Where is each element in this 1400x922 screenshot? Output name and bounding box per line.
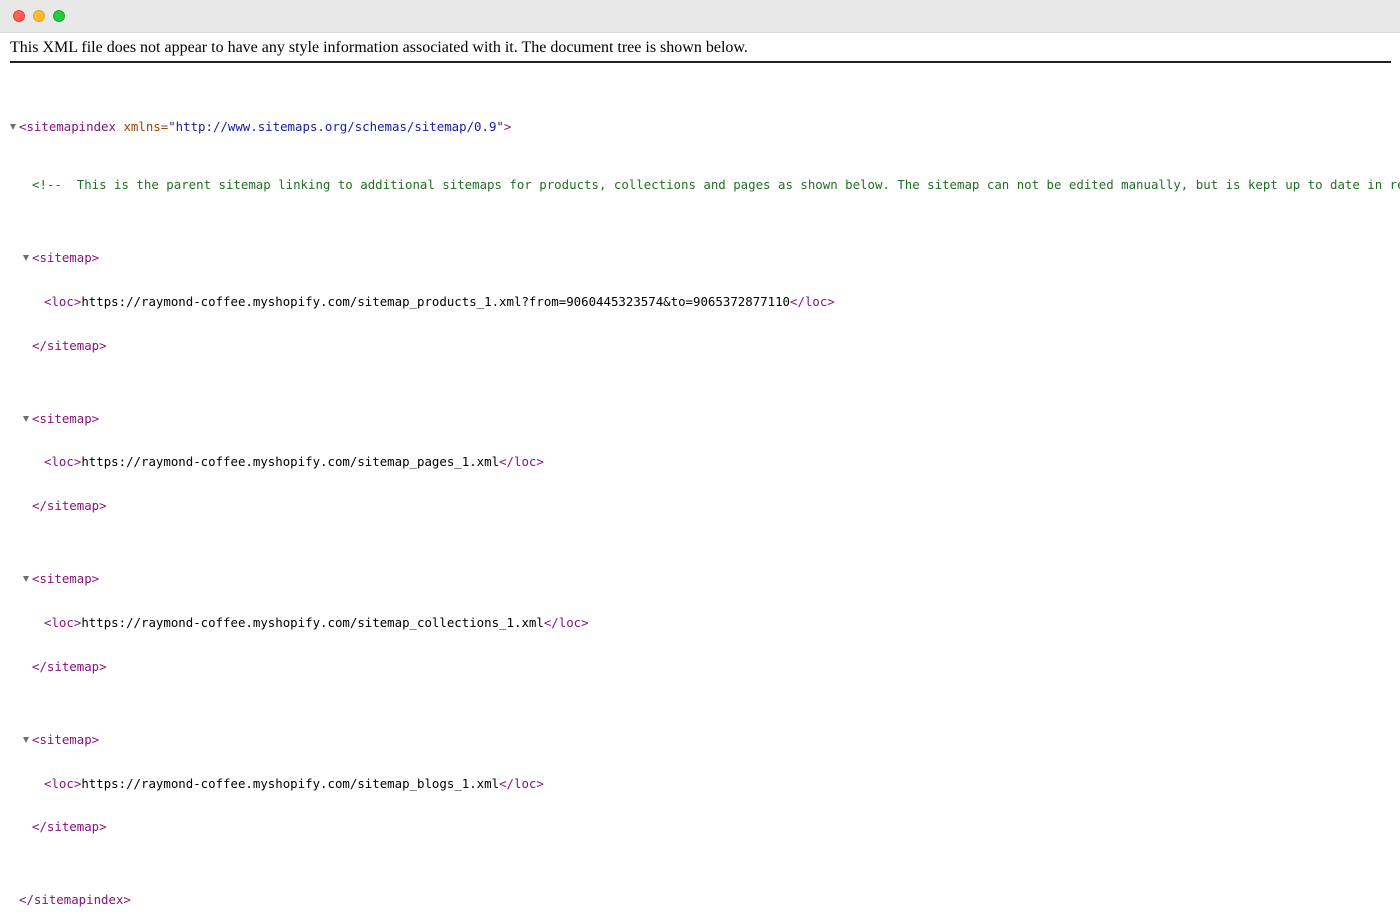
info-divider xyxy=(10,61,1391,63)
sitemap-open-tag: <sitemap> xyxy=(32,571,100,587)
collapse-triangle-icon[interactable] xyxy=(23,576,29,583)
sitemap-close-line: </sitemap> xyxy=(0,820,1400,835)
loc-open-tag: <loc> xyxy=(44,454,82,470)
sitemap-close-line: </sitemap> xyxy=(0,337,1400,354)
sitemap-loc-url: https://raymond-coffee.myshopify.com/sit… xyxy=(81,775,500,791)
loc-line: <loc>https://raymond-coffee.myshopify.co… xyxy=(0,455,1400,470)
loc-close-tag: </loc> xyxy=(499,775,544,791)
xml-style-info-message: This XML file does not appear to have an… xyxy=(10,39,748,56)
close-window-button[interactable] xyxy=(13,10,25,22)
sitemap-close-tag: </sitemap> xyxy=(32,337,107,353)
sitemap-open-tag: <sitemap> xyxy=(32,731,100,747)
xml-comment: <!-- This is the parent sitemap linking … xyxy=(32,177,1400,193)
loc-close-tag: </loc> xyxy=(499,454,544,470)
sitemap-close-tag: </sitemap> xyxy=(32,498,107,514)
loc-line: <loc>https://raymond-coffee.myshopify.co… xyxy=(0,614,1400,631)
minimize-window-button[interactable] xyxy=(33,10,45,22)
loc-open-tag: <loc> xyxy=(44,614,82,630)
collapse-triangle-icon[interactable] xyxy=(23,255,29,262)
loc-open-tag: <loc> xyxy=(44,293,82,309)
loc-line: <loc>https://raymond-coffee.myshopify.co… xyxy=(0,293,1400,310)
loc-line: <loc>https://raymond-coffee.myshopify.co… xyxy=(0,775,1400,792)
sitemap-close-line: </sitemap> xyxy=(0,658,1400,675)
sitemap-open-tag: <sitemap> xyxy=(32,410,100,426)
sitemap-open-line: <sitemap> xyxy=(0,572,1400,587)
collapse-triangle-icon[interactable] xyxy=(23,736,29,743)
sitemap-open-tag: <sitemap> xyxy=(32,250,100,266)
root-attr-name: xmlns= xyxy=(115,118,169,134)
sitemap-close-line: </sitemap> xyxy=(0,499,1400,514)
window-titlebar xyxy=(0,0,1400,33)
maximize-window-button[interactable] xyxy=(53,10,65,22)
comment-line: <!-- This is the parent sitemap linking … xyxy=(0,178,1400,193)
root-close-line: </sitemapindex> xyxy=(0,893,1400,908)
sitemap-loc-url: https://raymond-coffee.myshopify.com/sit… xyxy=(81,454,500,470)
loc-close-tag: </loc> xyxy=(790,293,835,309)
collapse-triangle-icon[interactable] xyxy=(10,123,16,130)
root-open-end: > xyxy=(503,118,512,134)
collapse-triangle-icon[interactable] xyxy=(23,415,29,422)
root-open-tag: <sitemapindex xyxy=(19,118,116,134)
root-attr-value: "http://www.sitemaps.org/schemas/sitemap… xyxy=(168,118,504,134)
root-open-line: <sitemapindex xmlns="http://www.sitemaps… xyxy=(0,118,1400,135)
sitemap-close-tag: </sitemap> xyxy=(32,658,107,674)
sitemap-open-line: <sitemap> xyxy=(0,251,1400,266)
xml-document-tree: <sitemapindex xmlns="http://www.sitemaps… xyxy=(0,76,1400,922)
sitemap-loc-url: https://raymond-coffee.myshopify.com/sit… xyxy=(81,293,790,309)
sitemap-open-line: <sitemap> xyxy=(0,410,1400,427)
sitemap-open-line: <sitemap> xyxy=(0,731,1400,748)
sitemap-close-tag: </sitemap> xyxy=(32,819,107,835)
sitemap-loc-url: https://raymond-coffee.myshopify.com/sit… xyxy=(81,614,544,630)
loc-close-tag: </loc> xyxy=(543,614,589,630)
root-close-tag: </sitemapindex> xyxy=(19,892,131,908)
loc-open-tag: <loc> xyxy=(44,775,82,791)
